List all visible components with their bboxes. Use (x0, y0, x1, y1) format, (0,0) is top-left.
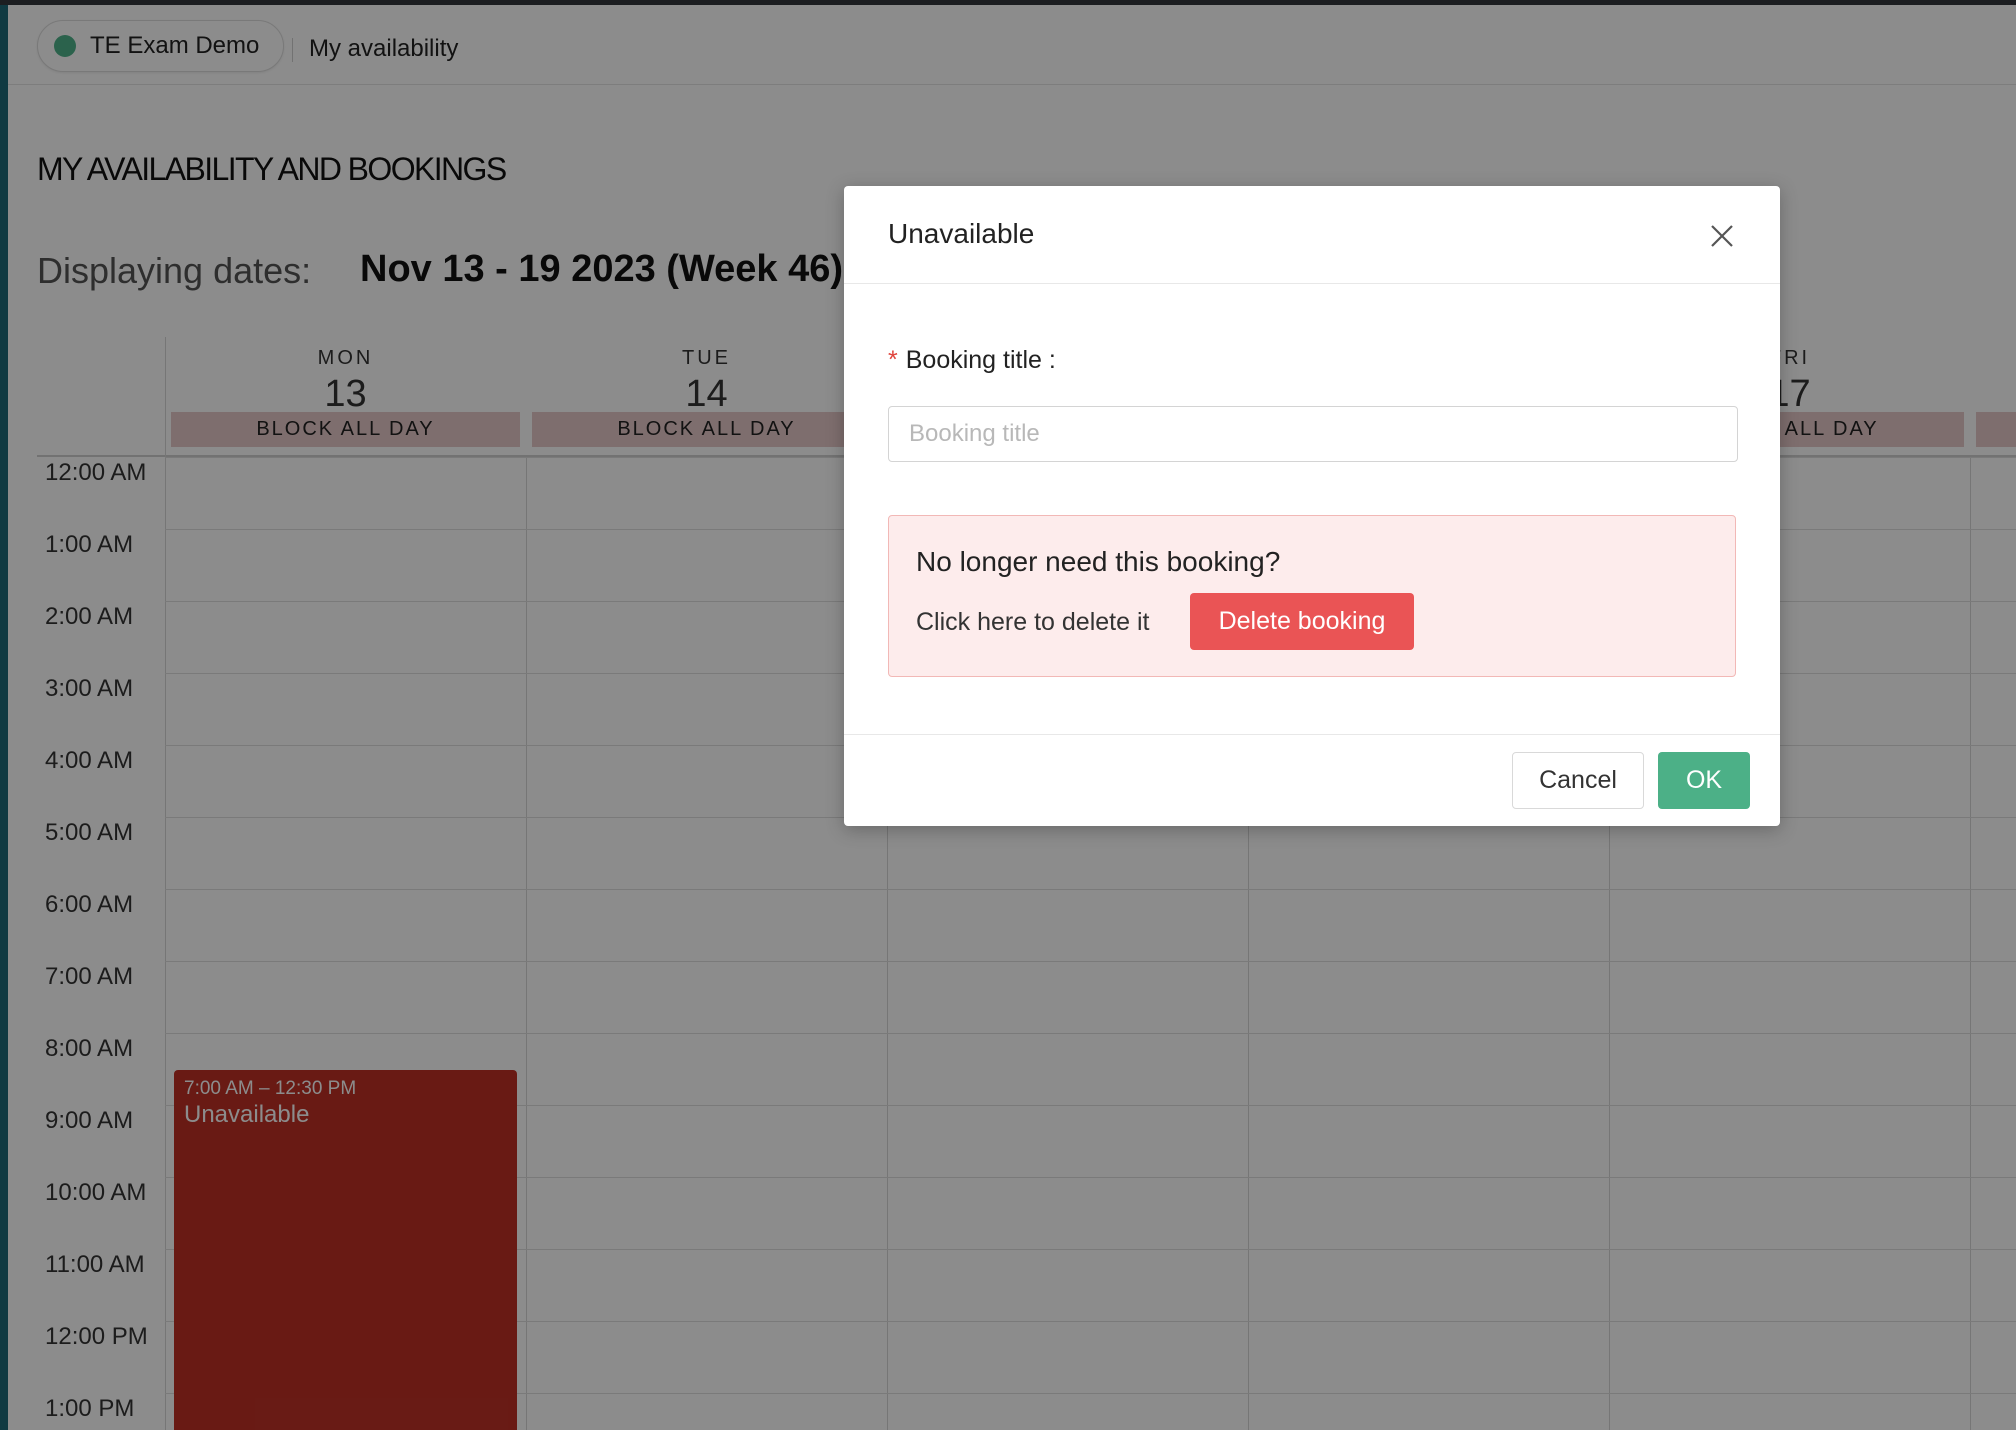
delete-booking-panel: No longer need this booking? Click here … (888, 515, 1736, 677)
booking-title-input[interactable] (888, 406, 1738, 462)
delete-hint: Click here to delete it (916, 608, 1150, 636)
booking-title-label-text: Booking title : (905, 346, 1056, 374)
delete-booking-button[interactable]: Delete booking (1190, 593, 1414, 650)
dialog-title: Unavailable (888, 218, 1035, 249)
delete-question: No longer need this booking? (916, 546, 1281, 577)
dialog-footer-divider (844, 734, 1780, 735)
booking-title-label: * Booking title : (888, 346, 1056, 375)
ok-button[interactable]: OK (1658, 752, 1750, 809)
cancel-button[interactable]: Cancel (1512, 752, 1644, 809)
booking-dialog: Unavailable *Booking title : No longer n… (844, 186, 1780, 826)
dialog-header-divider (844, 283, 1780, 284)
close-icon (1711, 225, 1733, 247)
required-mark: * (888, 346, 898, 374)
close-button[interactable] (1706, 220, 1738, 252)
